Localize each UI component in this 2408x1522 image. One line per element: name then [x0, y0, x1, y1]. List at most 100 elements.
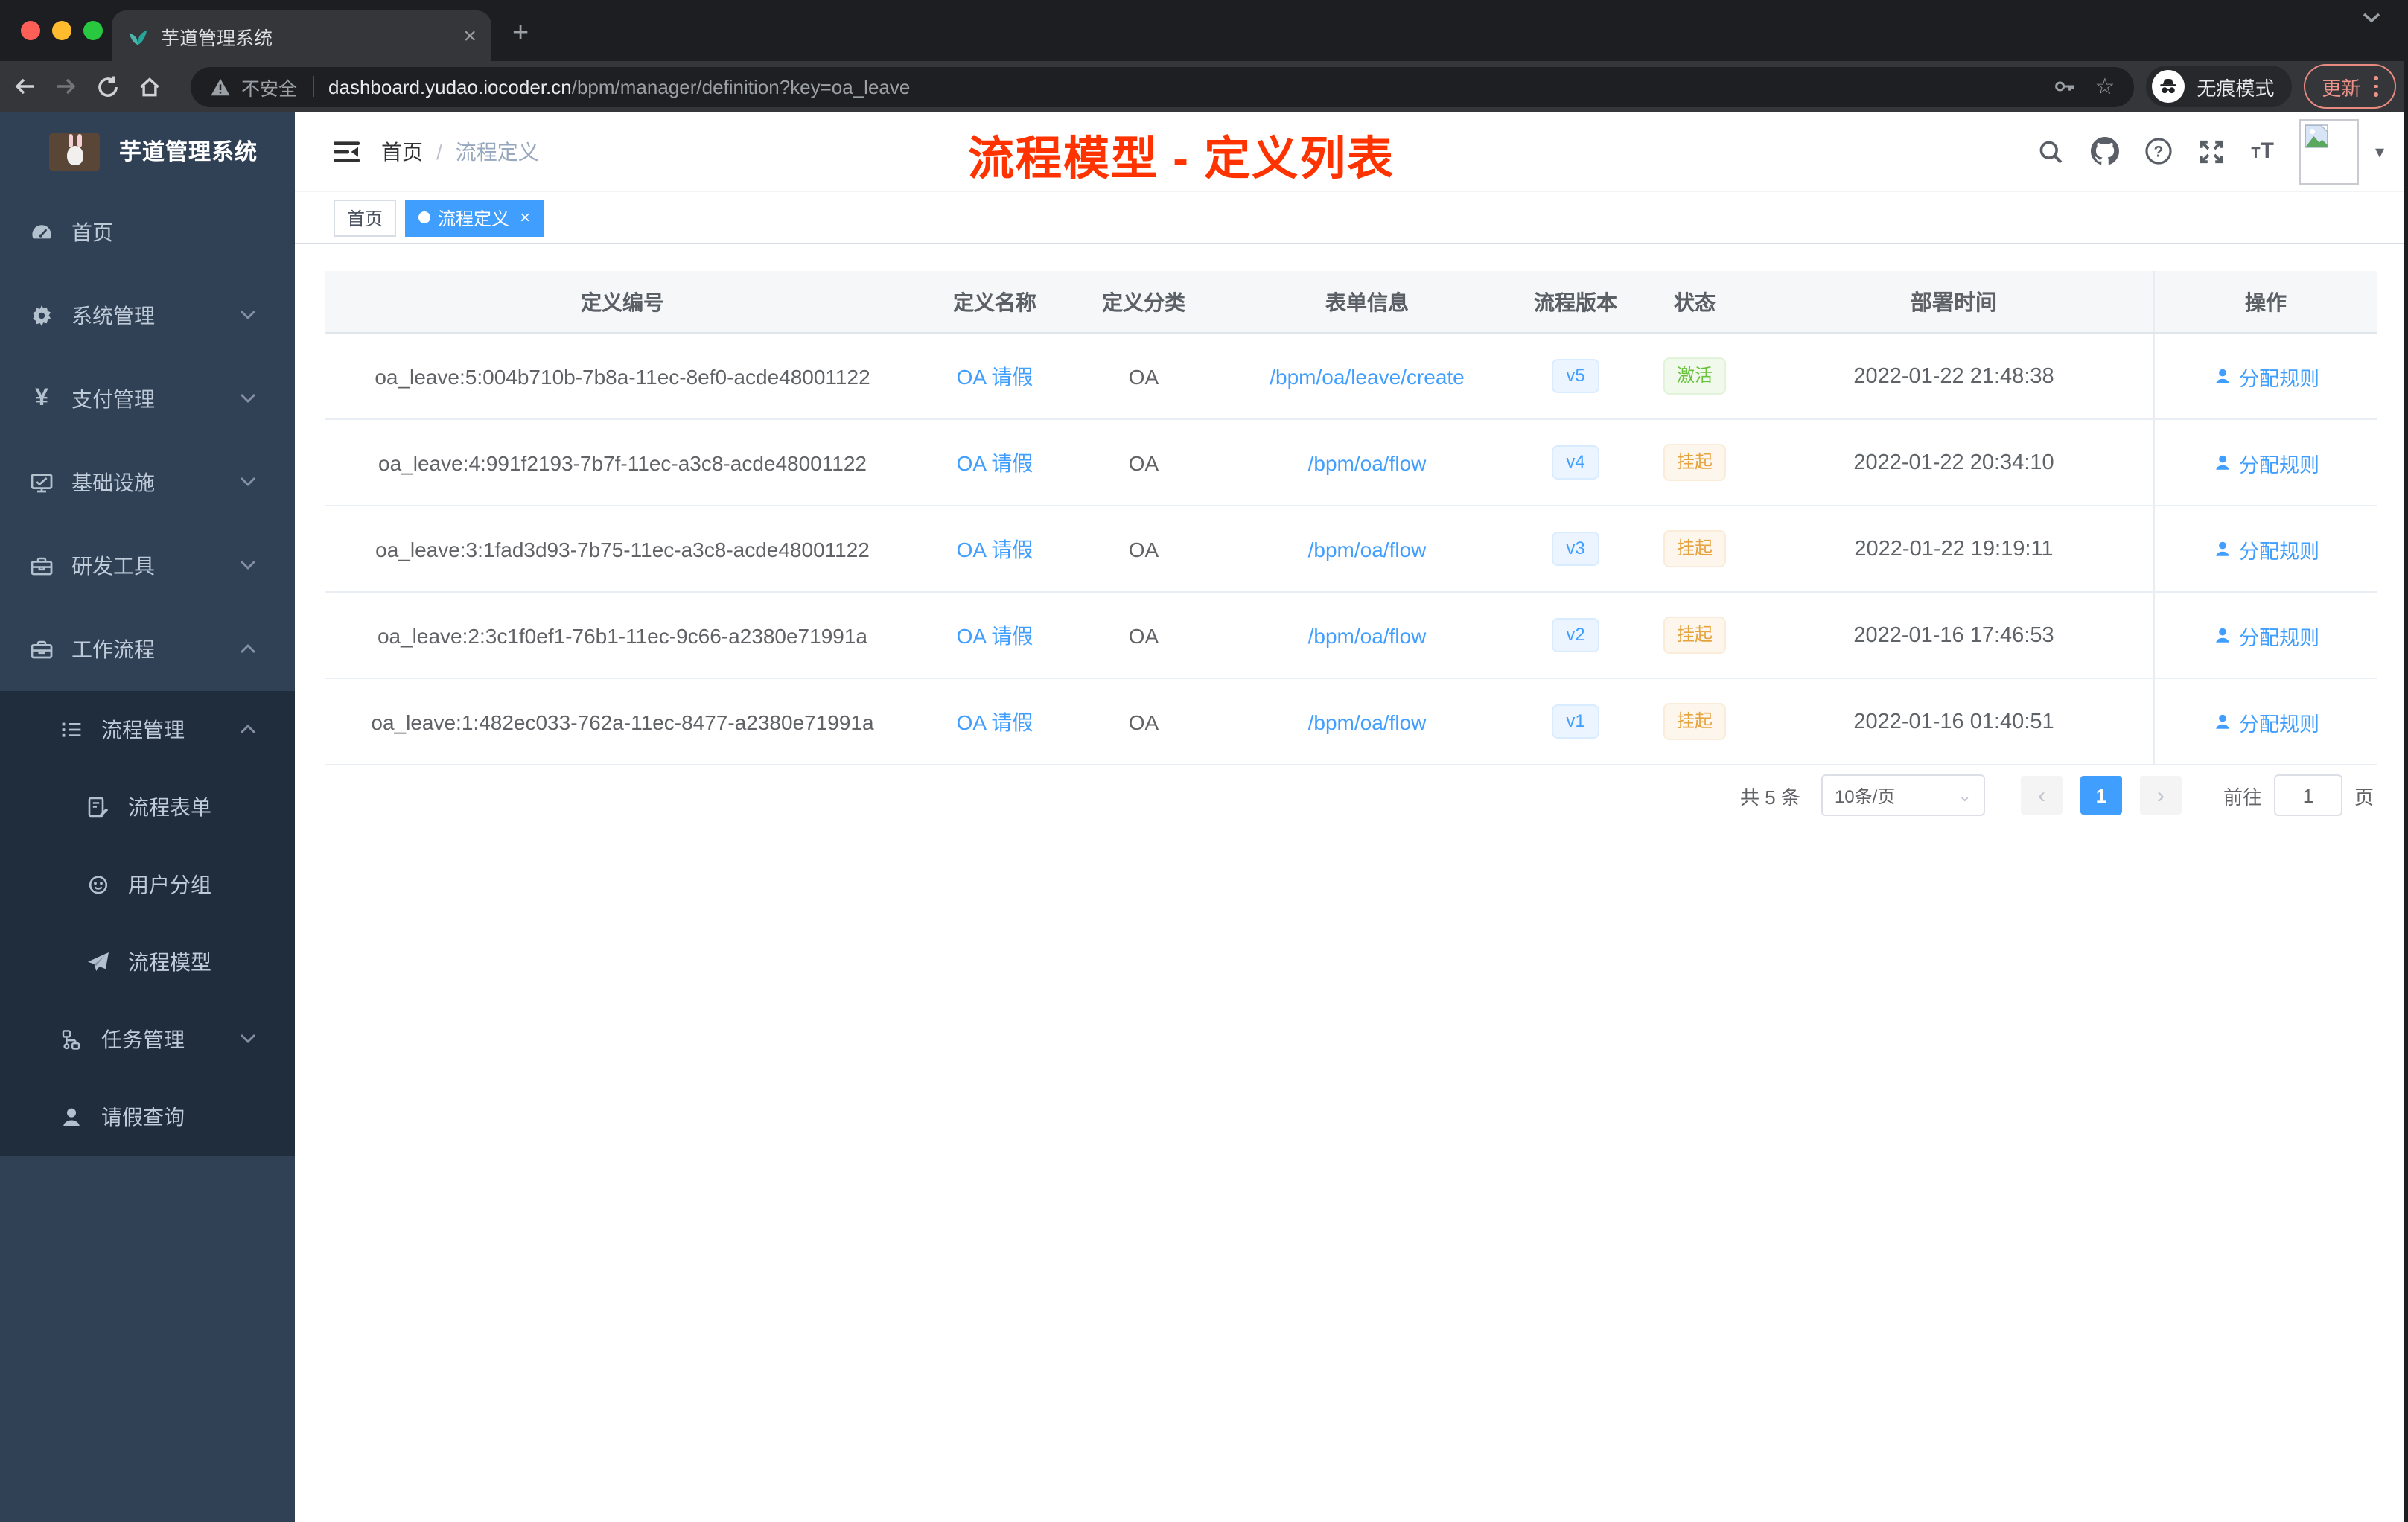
forward-icon[interactable] [54, 74, 95, 98]
reload-icon[interactable] [95, 74, 137, 99]
logo-rabbit-avatar [49, 132, 100, 171]
version-badge: v5 [1551, 359, 1600, 393]
chevron-down-icon [240, 1034, 256, 1044]
avatar-caret-icon[interactable]: ▾ [2375, 141, 2384, 162]
form-link[interactable]: /bpm/oa/flow [1308, 710, 1427, 733]
paper-plane-icon [86, 950, 110, 974]
home-icon[interactable] [137, 74, 179, 99]
fullscreen-icon[interactable] [2197, 137, 2226, 165]
definition-id: oa_leave:4:991f2193-7b7f-11ec-a3c8-acde4… [378, 450, 867, 474]
help-icon[interactable]: ? [2144, 137, 2172, 165]
url-host: dashboard.yudao.iocoder.cn [328, 75, 572, 98]
github-icon[interactable] [2090, 137, 2119, 165]
definition-name-link[interactable]: OA 请假 [957, 450, 1033, 474]
sidebar-item-user-group[interactable]: 用户分组 [0, 846, 295, 923]
next-page-button[interactable]: › [2139, 776, 2182, 815]
tab-close-icon[interactable]: × [463, 25, 477, 47]
goto-label: 前往 [2223, 786, 2262, 808]
back-icon[interactable] [12, 74, 54, 98]
definition-table: 定义编号 定义名称 定义分类 表单信息 流程版本 状态 部署时间 操作 oa_l… [325, 271, 2377, 765]
goto-page-input[interactable] [2273, 774, 2342, 816]
sidebar-item-system[interactable]: 系统管理 [0, 274, 295, 357]
deploy-time: 2022-01-22 19:19:11 [1854, 537, 2054, 561]
hamburger-collapse-icon[interactable] [332, 136, 362, 166]
version-badge: v1 [1551, 704, 1600, 739]
definition-name-link[interactable]: OA 请假 [957, 623, 1033, 647]
table-row: oa_leave:1:482ec033-762a-11ec-8477-a2380… [325, 679, 2377, 765]
page-size-select[interactable]: 10条/页 ⌄ [1821, 774, 1985, 816]
bookmark-star-icon[interactable]: ☆ [2095, 73, 2115, 100]
definition-category: OA [1128, 364, 1159, 388]
current-page-button[interactable]: 1 [2080, 776, 2122, 815]
definition-name-link[interactable]: OA 请假 [957, 537, 1033, 561]
definition-name-link[interactable]: OA 请假 [957, 710, 1033, 733]
status-badge: 挂起 [1663, 530, 1726, 567]
sidebar-item-leave-query[interactable]: 请假查询 [0, 1078, 295, 1156]
sidebar-item-label: 支付管理 [71, 387, 155, 411]
form-link[interactable]: /bpm/oa/flow [1308, 450, 1427, 474]
avatar[interactable] [2299, 118, 2359, 184]
breadcrumb-current: 流程定义 [455, 139, 539, 163]
app-title: 芋道管理系统 [119, 140, 258, 165]
form-link[interactable]: /bpm/oa/flow [1308, 537, 1427, 561]
sidebar-item-label: 流程模型 [128, 950, 211, 974]
minimize-window-button[interactable] [52, 21, 71, 40]
url-path: /bpm/manager/definition?key=oa_leave [571, 75, 911, 98]
tag-process-definition[interactable]: 流程定义 × [405, 199, 544, 236]
url-bar[interactable]: 不安全 dashboard.yudao.iocoder.cn /bpm/mana… [191, 66, 2135, 106]
sidebar-item-process-management[interactable]: 流程管理 [0, 691, 295, 768]
browser-menu-icon[interactable] [2374, 76, 2378, 97]
sidebar-item-home[interactable]: 首页 [0, 191, 295, 274]
sidebar-item-process-form[interactable]: 流程表单 [0, 768, 295, 846]
form-link[interactable]: /bpm/oa/leave/create [1270, 364, 1465, 388]
prev-page-button[interactable]: ‹ [2020, 776, 2063, 815]
sidebar-item-workflow[interactable]: 工作流程 [0, 608, 295, 691]
column-header: 定义编号 [581, 290, 664, 313]
tab-title: 芋道管理系统 [161, 28, 273, 48]
incognito-label: 无痕模式 [2197, 77, 2275, 99]
assign-rule-button[interactable]: 分配规则 [2212, 448, 2319, 477]
browser-toolbar: 不安全 dashboard.yudao.iocoder.cn /bpm/mana… [0, 61, 2408, 112]
assign-rule-button[interactable]: 分配规则 [2212, 707, 2319, 736]
table-row: oa_leave:4:991f2193-7b7f-11ec-a3c8-acde4… [325, 420, 2377, 506]
content-area: 定义编号 定义名称 定义分类 表单信息 流程版本 状态 部署时间 操作 oa_l… [295, 244, 2408, 1522]
zoom-window-button[interactable] [83, 21, 103, 40]
incognito-spy-icon [2152, 70, 2185, 103]
sidebar-item-task-management[interactable]: 任务管理 [0, 1001, 295, 1078]
font-size-icon[interactable]: TT [2251, 140, 2274, 162]
app-logo[interactable]: 芋道管理系统 [0, 112, 295, 191]
sidebar-item-process-model[interactable]: 流程模型 [0, 923, 295, 1001]
definition-name-link[interactable]: OA 请假 [957, 364, 1033, 388]
tag-home[interactable]: 首页 [334, 199, 397, 236]
search-icon[interactable] [2036, 137, 2065, 165]
status-badge: 挂起 [1663, 703, 1726, 740]
definition-category: OA [1128, 537, 1159, 561]
sidebar-item-label: 任务管理 [101, 1028, 185, 1051]
monitor-icon [30, 471, 54, 494]
tag-close-icon[interactable]: × [520, 207, 530, 228]
close-window-button[interactable] [21, 21, 40, 40]
assign-rule-button[interactable]: 分配规则 [2212, 620, 2319, 650]
not-secure-warning-icon [210, 77, 231, 96]
version-badge: v2 [1551, 618, 1600, 652]
update-button[interactable]: 更新 [2304, 64, 2396, 109]
tab-search-chevron-icon[interactable] [2362, 12, 2381, 24]
form-link[interactable]: /bpm/oa/flow [1308, 623, 1427, 647]
sidebar-item-label: 请假查询 [101, 1105, 185, 1129]
new-tab-button[interactable]: + [512, 18, 529, 51]
breadcrumb-home[interactable]: 首页 [381, 136, 423, 166]
pagination-total: 共 5 条 [1740, 786, 1800, 808]
workflow-submenu: 流程管理 流程表单 用户分组 流程模型 任务管理 请假查询 [0, 691, 295, 1156]
definition-category: OA [1128, 623, 1159, 647]
sidebar-item-dev-tools[interactable]: 研发工具 [0, 524, 295, 608]
annotation-title: 流程模型 - 定义列表 [968, 133, 1395, 185]
assign-rule-button[interactable]: 分配规则 [2212, 361, 2319, 391]
table-row: oa_leave:5:004b710b-7b8a-11ec-8ef0-acde4… [325, 334, 2377, 420]
sidebar-item-infrastructure[interactable]: 基础设施 [0, 441, 295, 524]
browser-tab[interactable]: 芋道管理系统 × [112, 10, 491, 61]
definition-id: oa_leave:1:482ec033-762a-11ec-8477-a2380… [371, 710, 874, 733]
assign-rule-button[interactable]: 分配规则 [2212, 534, 2319, 564]
password-key-icon[interactable] [2051, 74, 2077, 98]
version-badge: v3 [1551, 532, 1600, 566]
sidebar-item-payment[interactable]: ¥ 支付管理 [0, 357, 295, 441]
